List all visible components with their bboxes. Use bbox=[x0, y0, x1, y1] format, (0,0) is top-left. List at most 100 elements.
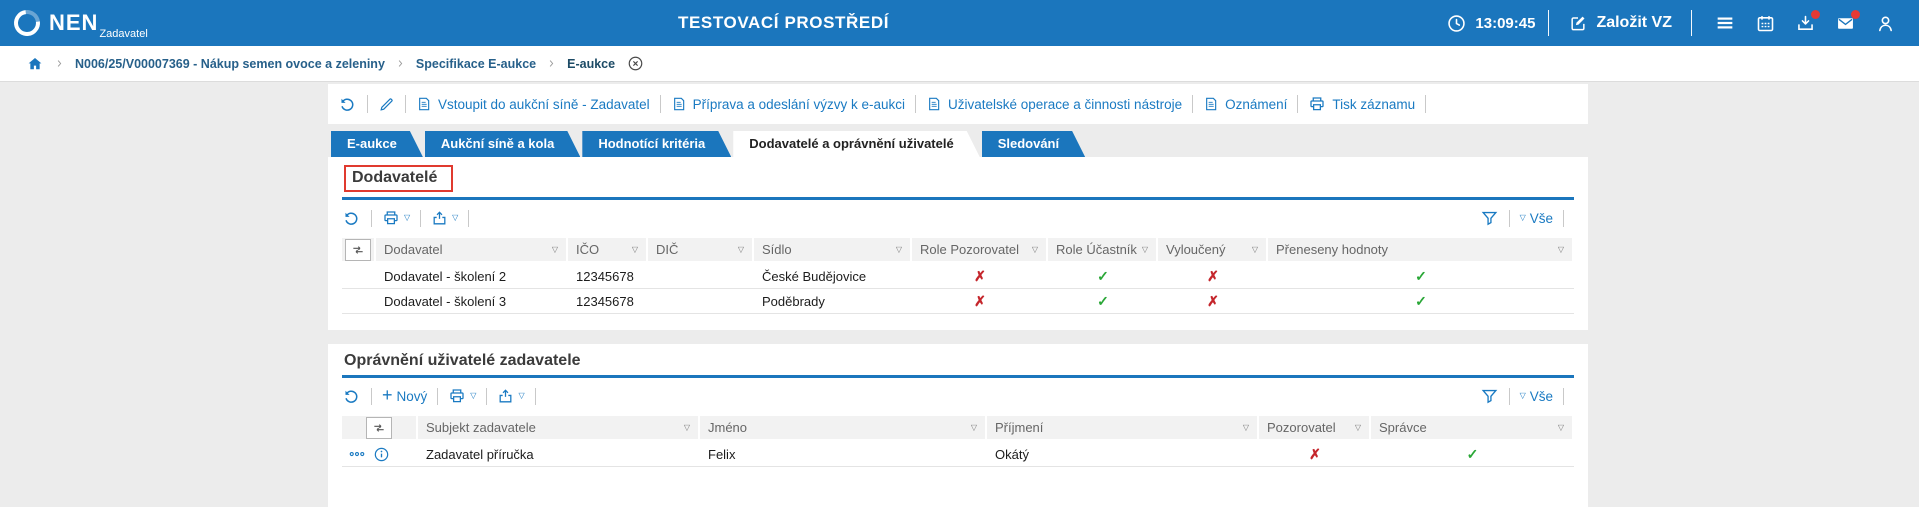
tab-aukcni-sine-a-kola[interactable]: Aukční síně a kola bbox=[425, 131, 580, 157]
cross-icon: ✗ bbox=[974, 267, 986, 284]
row-cell: 12345678 bbox=[568, 264, 648, 289]
column-header-subjekt-zadavatele[interactable]: Subjekt zadavatele ▽ bbox=[418, 416, 700, 442]
breadcrumb-item-n006-25-v00007369[interactable]: N006/25/V00007369 - Nákup semen ovoce a … bbox=[75, 57, 385, 71]
filter-triangle-icon[interactable]: ▽ bbox=[1355, 423, 1361, 432]
show-all-button[interactable]: ▽ Vše bbox=[1520, 389, 1553, 404]
print-button[interactable]: ▽ bbox=[448, 387, 476, 405]
grid-toolbar-right: ▽ Vše bbox=[1480, 387, 1574, 406]
column-header-vylouceny[interactable]: Vyloučený ▽ bbox=[1158, 238, 1268, 264]
column-label: Role Pozorovatel bbox=[920, 242, 1019, 257]
toolbar-link-label: Vstoupit do aukční síně - Zadavatel bbox=[438, 96, 650, 112]
column-label: Role Účastník bbox=[1056, 242, 1137, 257]
calendar-button[interactable] bbox=[1745, 13, 1785, 34]
column-header-role-ucastnik[interactable]: Role Účastník ▽ bbox=[1048, 238, 1158, 264]
breadcrumb-item-specifikace-e-aukce[interactable]: Specifikace E-aukce bbox=[416, 57, 536, 71]
divider bbox=[1297, 95, 1299, 113]
filter-triangle-icon[interactable]: ▽ bbox=[684, 423, 690, 432]
column-header-dic[interactable]: DIČ ▽ bbox=[648, 238, 754, 264]
check-icon: ✓ bbox=[1415, 292, 1427, 309]
column-settings-icon bbox=[366, 416, 392, 439]
row-info-icon[interactable] bbox=[373, 446, 390, 463]
filter-triangle-icon[interactable]: ▽ bbox=[552, 245, 558, 254]
divider bbox=[1192, 95, 1194, 113]
close-record-icon[interactable] bbox=[627, 55, 644, 72]
row-cell: České Budějovice bbox=[754, 264, 912, 289]
column-header-spravce[interactable]: Správce ▽ bbox=[1371, 416, 1574, 442]
column-header-pozorovatel[interactable]: Pozorovatel ▽ bbox=[1259, 416, 1371, 442]
messages-button[interactable] bbox=[1825, 9, 1865, 34]
toolbar-link-tisk-zaznamu[interactable]: Tisk záznamu bbox=[1308, 95, 1415, 113]
chevron-right-icon bbox=[546, 58, 557, 69]
row-menu-icon[interactable] bbox=[348, 445, 366, 463]
user-button[interactable] bbox=[1865, 13, 1905, 34]
filter-triangle-icon[interactable]: ▽ bbox=[632, 245, 638, 254]
column-header-ico[interactable]: IČO ▽ bbox=[568, 238, 648, 264]
create-vz-button[interactable]: Založit VZ bbox=[1562, 12, 1678, 34]
users-section: Oprávnění uživatelé zadavatele + Nový ▽ … bbox=[328, 344, 1588, 507]
column-header-jmeno[interactable]: Jméno ▽ bbox=[700, 416, 987, 442]
filter-button[interactable] bbox=[1480, 209, 1499, 228]
nen-logo[interactable]: NEN Zadavatel bbox=[0, 4, 148, 42]
chevron-down-icon: ▽ bbox=[518, 391, 525, 400]
document-icon bbox=[1203, 96, 1219, 112]
current-time: 13:09:45 bbox=[1475, 14, 1536, 32]
chevron-down-icon: ▽ bbox=[452, 213, 459, 222]
filter-triangle-icon[interactable]: ▽ bbox=[1032, 245, 1038, 254]
tab-dodavatele-a-opravneni-uzivatele[interactable]: Dodavatelé a oprávnění uživatelé bbox=[733, 131, 979, 157]
suppliers-section: Dodavatelé ▽ ▽ ▽ Vše Dodavatel ▽ IČO ▽ D… bbox=[328, 157, 1588, 330]
filter-triangle-icon[interactable]: ▽ bbox=[1243, 423, 1249, 432]
column-header-dodavatel[interactable]: Dodavatel ▽ bbox=[376, 238, 568, 264]
filter-triangle-icon[interactable]: ▽ bbox=[896, 245, 902, 254]
tab-sledovani[interactable]: Sledování bbox=[982, 131, 1085, 157]
check-icon: ✓ bbox=[1097, 292, 1109, 309]
filter-triangle-icon[interactable]: ▽ bbox=[1252, 245, 1258, 254]
toolbar-link-oznameni[interactable]: Oznámení bbox=[1203, 96, 1287, 112]
column-header-prijmeni[interactable]: Příjmení ▽ bbox=[987, 416, 1259, 442]
export-button[interactable]: ▽ bbox=[431, 210, 458, 227]
toolbar-link-uzivatelske-operace-a-cinnosti-nastroje[interactable]: Uživatelské operace a činnosti nástroje bbox=[926, 96, 1182, 112]
refresh-button[interactable] bbox=[338, 95, 357, 114]
downloads-button[interactable] bbox=[1785, 9, 1825, 34]
row-lead-cell bbox=[342, 289, 376, 314]
column-label: Vyloučený bbox=[1166, 242, 1226, 257]
row-flag-cell: ✓ bbox=[1268, 264, 1574, 289]
toolbar-link-priprava-a-odeslani-vyzvy-k-e-aukci[interactable]: Příprava a odeslání výzvy k e-aukci bbox=[671, 96, 905, 112]
tab-hodnotici-kriteria[interactable]: Hodnotící kritéria bbox=[582, 131, 731, 157]
breadcrumb-item-e-aukce[interactable]: E-aukce bbox=[567, 57, 615, 71]
brand-name: NEN bbox=[49, 10, 99, 35]
suppliers-title: Dodavatelé bbox=[352, 169, 438, 186]
column-header-sidlo[interactable]: Sídlo ▽ bbox=[754, 238, 912, 264]
tab-e-aukce[interactable]: E-aukce bbox=[331, 131, 423, 157]
show-all-button[interactable]: ▽ Vše bbox=[1520, 211, 1553, 226]
column-header-role-pozorovatel[interactable]: Role Pozorovatel ▽ bbox=[912, 238, 1048, 264]
filter-triangle-icon[interactable]: ▽ bbox=[1558, 423, 1564, 432]
row-flag-cell: ✓ bbox=[1371, 442, 1574, 467]
column-header-preneseny-hodnoty[interactable]: Přeneseny hodnoty ▽ bbox=[1268, 238, 1574, 264]
row-flag-cell: ✗ bbox=[1158, 264, 1268, 289]
chevron-right-icon bbox=[54, 58, 65, 69]
new-button[interactable]: + Nový bbox=[382, 386, 427, 405]
column-settings-button[interactable] bbox=[342, 416, 418, 442]
printer-icon bbox=[382, 209, 400, 227]
filter-triangle-icon[interactable]: ▽ bbox=[1142, 245, 1148, 254]
filter-triangle-icon[interactable]: ▽ bbox=[1558, 245, 1564, 254]
chevron-down-icon: ▽ bbox=[404, 213, 411, 222]
refresh-button[interactable] bbox=[342, 209, 361, 228]
divider bbox=[534, 387, 536, 405]
refresh-button[interactable] bbox=[342, 387, 361, 406]
filter-button[interactable] bbox=[1480, 387, 1499, 406]
home-icon[interactable] bbox=[26, 55, 44, 73]
divider bbox=[1563, 387, 1564, 405]
divider bbox=[914, 95, 916, 113]
document-icon bbox=[416, 96, 432, 112]
nen-logo-icon bbox=[8, 4, 46, 42]
filter-triangle-icon[interactable]: ▽ bbox=[738, 245, 744, 254]
menu-button[interactable] bbox=[1705, 12, 1745, 34]
column-settings-button[interactable] bbox=[342, 238, 376, 264]
filter-triangle-icon[interactable]: ▽ bbox=[971, 423, 977, 432]
brand-role: Zadavatel bbox=[99, 28, 148, 40]
export-button[interactable]: ▽ bbox=[497, 388, 525, 405]
print-button[interactable]: ▽ bbox=[382, 209, 410, 227]
toolbar-link-vstoupit-do-aukcni-sine-zadavatel[interactable]: Vstoupit do aukční síně - Zadavatel bbox=[416, 96, 650, 112]
edit-record-button[interactable] bbox=[378, 96, 395, 113]
